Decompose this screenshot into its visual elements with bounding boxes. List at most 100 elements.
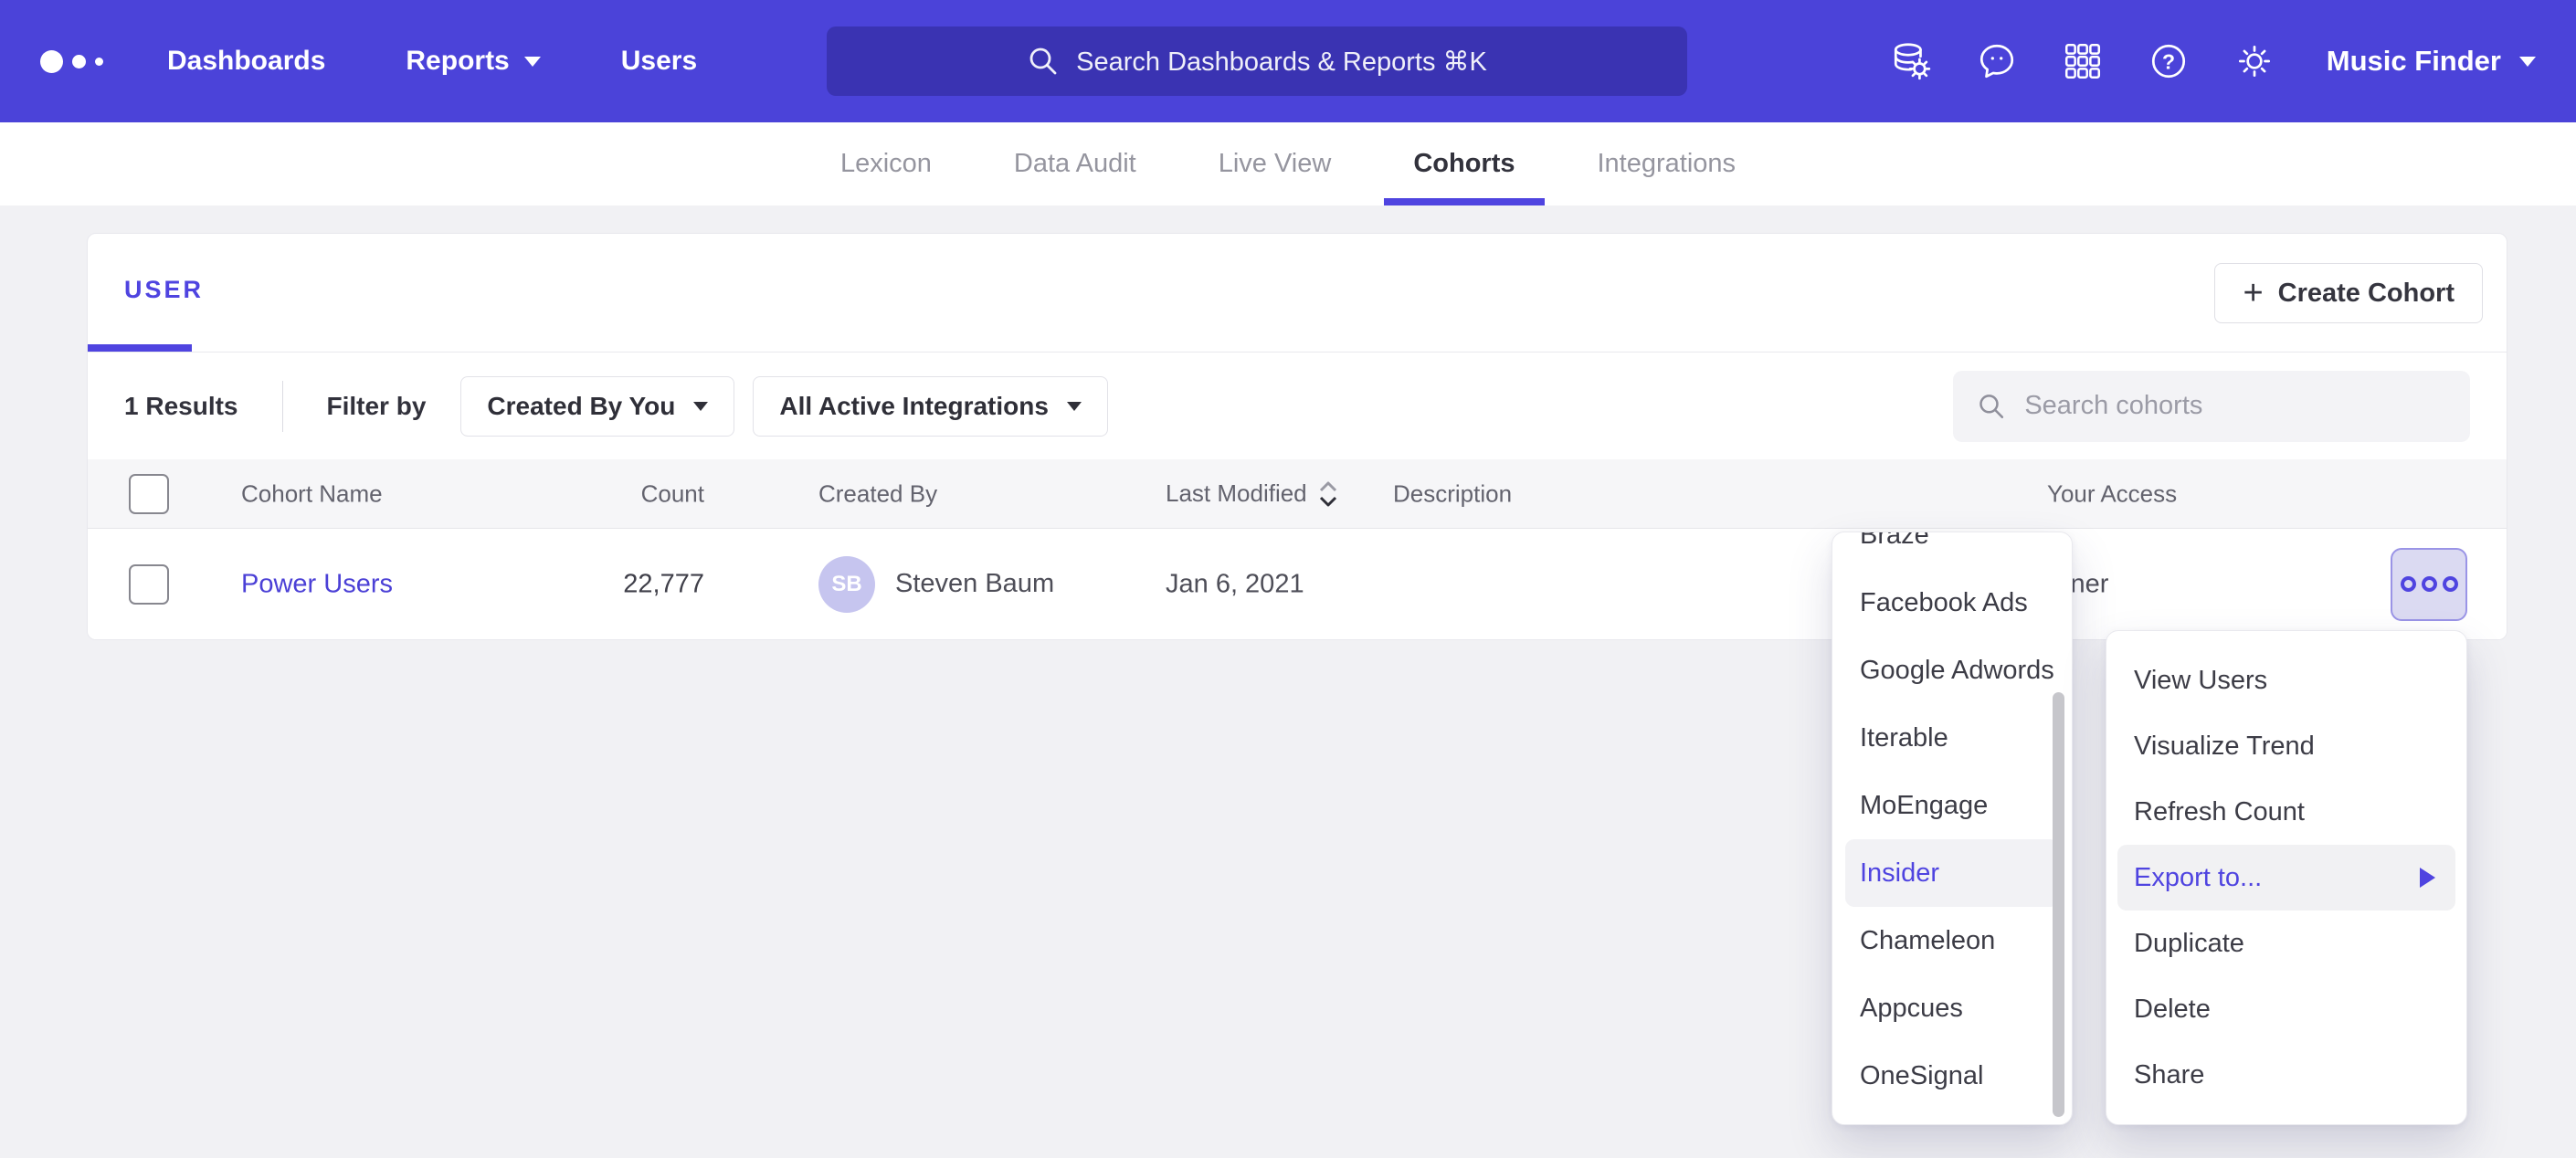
created-by-dropdown[interactable]: Created By You [460, 376, 734, 437]
tab-integrations-label: Integrations [1598, 149, 1737, 179]
primary-nav-links: Dashboards Reports Users [167, 46, 697, 77]
submenu-item-onesignal[interactable]: OneSignal [1832, 1042, 2072, 1110]
global-search-placeholder: Search Dashboards & Reports ⌘K [1076, 46, 1487, 78]
submenu-item-facebook-ads[interactable]: Facebook Ads [1832, 569, 2072, 637]
results-count: 1 Results [124, 392, 238, 421]
create-cohort-button[interactable]: + Create Cohort [2214, 263, 2483, 323]
submenu-item-moengage[interactable]: MoEngage [1832, 772, 2072, 839]
submenu-item-appcues[interactable]: Appcues [1832, 974, 2072, 1042]
export-destinations-list: Braze Facebook Ads Google Adwords Iterab… [1832, 532, 2072, 1110]
tab-lexicon[interactable]: Lexicon [811, 122, 961, 205]
submenu-item-chameleon[interactable]: Chameleon [1832, 907, 2072, 974]
tab-data-audit-label: Data Audit [1014, 149, 1136, 179]
nav-item-reports-label: Reports [406, 46, 509, 77]
help-icon[interactable]: ? [2148, 40, 2190, 82]
integrations-dropdown[interactable]: All Active Integrations [753, 376, 1108, 437]
last-modified-cell: Jan 6, 2021 [1166, 569, 1304, 599]
nav-item-users-label: Users [621, 46, 697, 77]
create-cohort-label: Create Cohort [2278, 279, 2455, 309]
chevron-down-icon [1067, 402, 1082, 411]
feedback-icon[interactable] [1976, 40, 2018, 82]
created-by-dropdown-value: Created By You [487, 392, 675, 421]
screen: Dashboards Reports Users Search Dashboar… [0, 0, 2576, 1158]
tab-integrations[interactable]: Integrations [1568, 122, 1766, 205]
cohort-name-link[interactable]: Power Users [241, 569, 393, 599]
tab-lexicon-label: Lexicon [840, 149, 932, 179]
submenu-scrollbar-thumb[interactable] [2053, 692, 2064, 1117]
filter-by-label: Filter by [327, 392, 427, 421]
submenu-item-google-adwords[interactable]: Google Adwords [1832, 637, 2072, 704]
data-settings-icon[interactable] [1890, 40, 1932, 82]
menu-item-share[interactable]: Share [2106, 1042, 2466, 1108]
cohort-search-box [1953, 371, 2470, 442]
tab-live-view[interactable]: Live View [1189, 122, 1361, 205]
topnav-right-cluster: ? Music Finder [1890, 40, 2536, 82]
ellipsis-icon [2422, 576, 2437, 592]
nav-item-reports[interactable]: Reports [406, 46, 540, 77]
active-tab-underline [1384, 198, 1544, 205]
divider [282, 381, 283, 432]
creator-name: Steven Baum [895, 569, 1054, 599]
cohort-type-tabstrip: USER + Create Cohort [88, 234, 2507, 353]
header-cohort-name[interactable]: Cohort Name [241, 479, 383, 508]
tab-cohorts[interactable]: Cohorts [1384, 122, 1544, 205]
select-all-checkbox[interactable] [129, 474, 169, 514]
tab-live-view-label: Live View [1219, 149, 1332, 179]
apps-grid-icon[interactable] [2062, 40, 2104, 82]
menu-item-visualize-trend[interactable]: Visualize Trend [2106, 713, 2466, 779]
nav-item-dashboards-label: Dashboards [167, 46, 325, 77]
menu-item-view-users[interactable]: View Users [2106, 647, 2466, 713]
menu-item-export-to-label: Export to... [2134, 845, 2262, 911]
submenu-item-braze[interactable]: Braze [1832, 532, 2072, 569]
created-by-cell: SB Steven Baum [818, 556, 1054, 613]
chevron-down-icon [2519, 57, 2536, 67]
search-icon [1977, 390, 2006, 423]
header-description[interactable]: Description [1393, 479, 1512, 508]
export-destinations-submenu: Braze Facebook Ads Google Adwords Iterab… [1832, 532, 2073, 1125]
cohorts-page: USER + Create Cohort 1 Results Filter by… [0, 205, 2576, 640]
cohort-context-menu: View Users Visualize Trend Refresh Count… [2106, 630, 2467, 1125]
global-search-input[interactable]: Search Dashboards & Reports ⌘K [827, 26, 1687, 96]
settings-gear-icon[interactable] [2233, 40, 2275, 82]
ellipsis-icon [2443, 576, 2458, 592]
submenu-item-iterable[interactable]: Iterable [1832, 704, 2072, 772]
secondary-navigation: Lexicon Data Audit Live View Cohorts Int… [0, 122, 2576, 205]
chevron-down-icon [524, 57, 541, 67]
header-last-modified-label: Last Modified [1166, 479, 1307, 508]
cohort-search-input[interactable] [2024, 391, 2446, 421]
mixpanel-logo-icon[interactable] [40, 50, 103, 73]
submenu-item-insider[interactable]: Insider [1845, 839, 2059, 907]
table-row: Power Users 22,777 SB Steven Baum Jan 6,… [88, 529, 2507, 639]
header-your-access[interactable]: Your Access [2047, 479, 2177, 508]
header-created-by[interactable]: Created By [818, 479, 937, 508]
logo-dot-medium [72, 55, 86, 68]
cohorts-card: USER + Create Cohort 1 Results Filter by… [87, 233, 2507, 640]
row-actions [2391, 548, 2467, 621]
menu-item-duplicate[interactable]: Duplicate [2106, 911, 2466, 976]
top-navigation-bar: Dashboards Reports Users Search Dashboar… [0, 0, 2576, 122]
plus-icon: + [2243, 276, 2263, 311]
workspace-switcher[interactable]: Music Finder [2327, 45, 2536, 78]
ellipsis-icon [2401, 576, 2416, 592]
header-last-modified[interactable]: Last Modified [1166, 479, 1338, 510]
tab-data-audit[interactable]: Data Audit [985, 122, 1166, 205]
menu-item-export-to[interactable]: Export to... [2117, 845, 2455, 911]
integrations-dropdown-value: All Active Integrations [779, 392, 1049, 421]
user-tab-underline [88, 344, 192, 352]
logo-dot-large [40, 50, 63, 73]
row-checkbox[interactable] [129, 564, 169, 605]
header-count[interactable]: Count [508, 479, 704, 508]
chevron-down-icon [693, 402, 708, 411]
svg-text:?: ? [2162, 49, 2175, 73]
avatar: SB [818, 556, 875, 613]
nav-item-dashboards[interactable]: Dashboards [167, 46, 325, 77]
table-header-row: Cohort Name Count Created By Last Modifi… [88, 459, 2507, 529]
nav-item-users[interactable]: Users [621, 46, 697, 77]
tab-user-cohorts[interactable]: USER [124, 276, 204, 304]
more-actions-button[interactable] [2391, 548, 2467, 621]
search-icon [1027, 45, 1060, 78]
logo-dot-small [95, 58, 103, 66]
menu-item-refresh-count[interactable]: Refresh Count [2106, 779, 2466, 845]
tab-cohorts-label: Cohorts [1413, 149, 1515, 179]
menu-item-delete[interactable]: Delete [2106, 976, 2466, 1042]
